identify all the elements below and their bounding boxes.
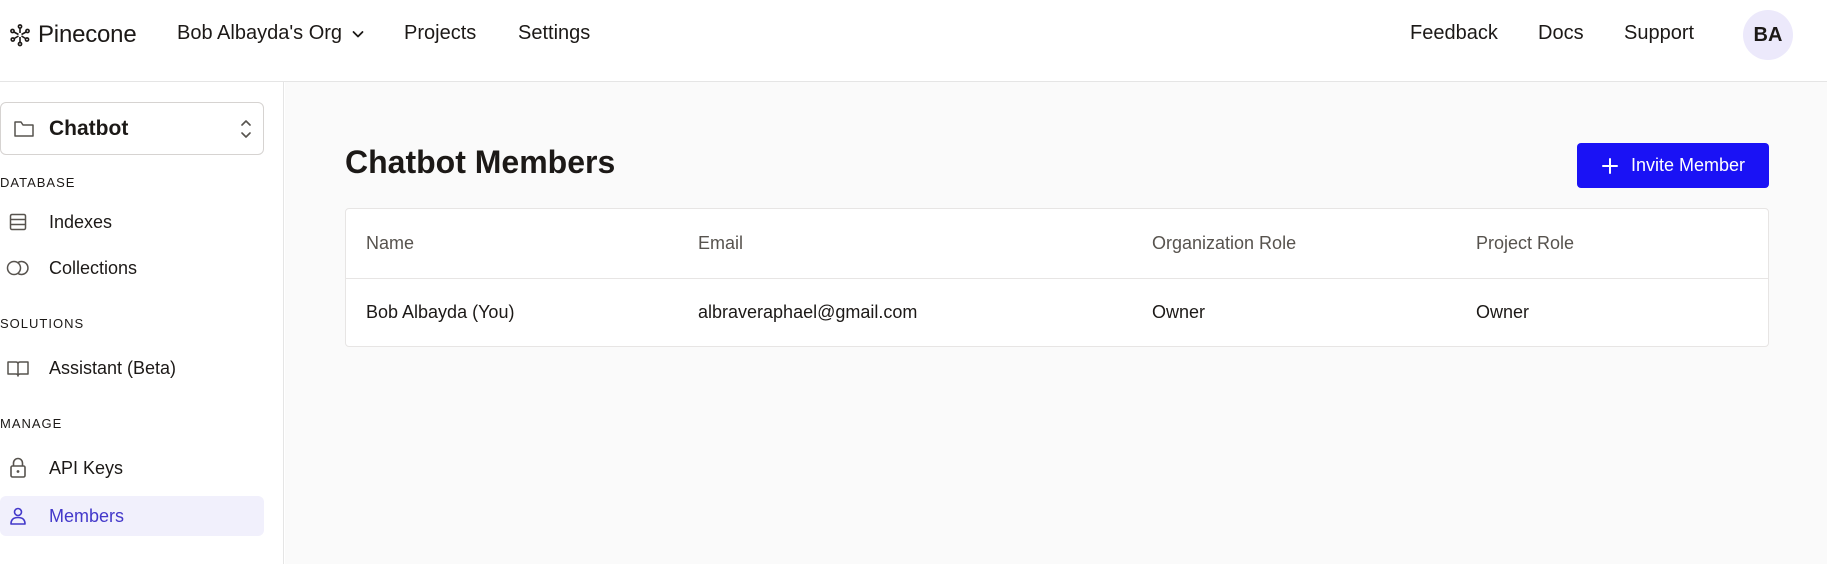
org-switcher[interactable]: Bob Albayda's Org [177,22,366,45]
brand-name: Pinecone [38,21,137,48]
top-navigation-bar: Pinecone Bob Albayda's Org Projects Sett… [0,0,1827,82]
cell-organization-role: Owner [1152,302,1206,322]
project-selector[interactable]: Chatbot [0,102,264,155]
sidebar-item-label: Collections [49,257,138,278]
database-table-icon [2,210,34,234]
sidebar-item-label: Indexes [49,211,113,232]
book-open-icon [2,356,34,380]
section-label-database: DATABASE [0,175,76,190]
chevron-up-down-icon [241,120,251,138]
nav-docs[interactable]: Docs [1538,22,1584,45]
collections-icon [2,256,34,280]
column-header-organization-role: Organization Role [1152,233,1297,253]
pinecone-logo-icon [10,24,30,47]
section-label-solutions: SOLUTIONS [0,316,85,331]
invite-member-label: Invite Member [1630,155,1746,175]
user-icon [2,504,34,528]
sidebar-item-members[interactable]: Members [0,496,264,536]
column-header-email: Email [698,233,744,253]
sidebar-item-indexes[interactable]: Indexes [0,202,264,242]
cell-email: albraveraphael@gmail.com [698,302,918,322]
sidebar: Chatbot DATABASE Indexes Collections SOL… [0,82,284,564]
nav-feedback[interactable]: Feedback [1410,22,1498,45]
sidebar-item-label: Members [49,505,125,526]
org-switcher-label: Bob Albayda's Org [177,22,343,44]
lock-icon [2,456,34,480]
cell-name: Bob Albayda (You) [366,302,515,322]
project-name: Chatbot [49,116,129,140]
chevron-down-icon [352,30,364,37]
main-content: Chatbot Members Invite Member Name Email… [285,82,1827,564]
sidebar-item-assistant[interactable]: Assistant (Beta) [0,348,264,388]
pinecone-logo[interactable]: Pinecone [8,20,137,50]
folder-icon [14,120,34,137]
nav-projects[interactable]: Projects [404,22,476,45]
plus-icon [1601,157,1618,174]
section-label-manage: MANAGE [0,416,63,431]
invite-member-button[interactable]: Invite Member [1577,143,1769,188]
cell-project-role: Owner [1476,302,1530,322]
column-header-name: Name [366,233,415,253]
column-header-project-role: Project Role [1476,233,1575,253]
sidebar-item-label: API Keys [49,457,124,478]
sidebar-item-api-keys[interactable]: API Keys [0,448,264,488]
sidebar-item-collections[interactable]: Collections [0,248,264,288]
sidebar-item-label: Assistant (Beta) [49,357,177,378]
nav-support[interactable]: Support [1624,22,1694,45]
page-title: Chatbot Members [345,144,616,180]
table-header: Name Email Organization Role Project Rol… [346,209,1768,279]
nav-settings[interactable]: Settings [518,22,590,45]
user-avatar[interactable]: BA [1743,10,1793,60]
members-table: Name Email Organization Role Project Rol… [345,208,1769,347]
